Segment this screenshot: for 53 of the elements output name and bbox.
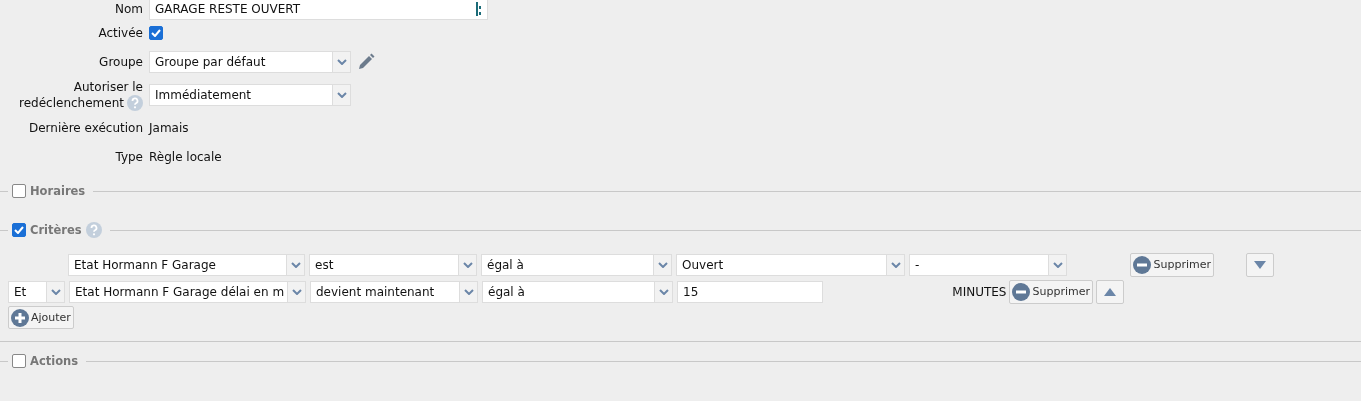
dropdown[interactable]: - [909, 253, 1067, 276]
triangle-down-icon [1254, 260, 1266, 269]
name-field[interactable]: GARAGE RESTE OUVERT [149, 0, 488, 20]
field-label: Nom [115, 1, 143, 17]
dropdown[interactable]: devient maintenant [310, 280, 478, 303]
checkbox[interactable] [12, 223, 26, 237]
chevron-down-icon [291, 288, 302, 295]
field-label: Groupe [99, 53, 143, 70]
minus-circle-icon [1012, 282, 1031, 301]
chevron-down-icon [462, 261, 473, 268]
checkbox[interactable] [12, 184, 26, 198]
dropdown[interactable]: Ouvert [676, 253, 905, 276]
chevron-down-icon [658, 288, 669, 295]
dropdown[interactable]: Etat Hormann F Garage délai en m [69, 280, 306, 303]
chevron-down-icon [290, 261, 301, 268]
field-label: Dernière exécution [29, 119, 143, 136]
remove-button[interactable]: Supprimer [1130, 252, 1214, 277]
dropdown[interactable]: Groupe par défaut [149, 50, 351, 73]
dropdown[interactable]: Etat Hormann F Garage [68, 253, 305, 276]
chevron-down-icon [1052, 261, 1063, 268]
field-label: redéclenchement [19, 95, 124, 111]
field-value: Jamais [149, 120, 189, 135]
dropdown[interactable]: est [309, 253, 477, 276]
dropdown[interactable]: Immédiatement [149, 84, 351, 106]
dropdown[interactable]: égal à [482, 280, 673, 303]
field-value: Règle locale [149, 149, 222, 164]
section-title: Horaires [30, 184, 86, 198]
pencil-icon[interactable] [357, 52, 375, 71]
dropdown[interactable]: égal à [481, 253, 672, 276]
field-label: Autoriser le [73, 79, 143, 95]
chevron-down-icon [463, 288, 474, 295]
field-label: Type [115, 148, 143, 165]
remove-button[interactable]: Supprimer [1009, 279, 1093, 304]
chevron-down-icon [890, 261, 901, 268]
checkbox[interactable] [12, 354, 26, 368]
checkbox[interactable] [149, 26, 163, 40]
section-title: Actions [30, 354, 79, 368]
value-field[interactable]: 15 [677, 280, 823, 303]
plus-circle-icon [11, 308, 29, 327]
move-up-button[interactable] [1096, 279, 1124, 304]
grip-icon [476, 2, 482, 16]
chevron-down-icon [336, 92, 347, 98]
add-button[interactable]: Ajouter [8, 306, 74, 329]
chevron-down-icon [50, 288, 61, 295]
chevron-down-icon [657, 261, 668, 268]
conjunction-dropdown[interactable]: Et [8, 280, 65, 303]
field-label: Activée [98, 25, 143, 41]
triangle-up-icon [1104, 287, 1116, 296]
section-title: Critères [30, 223, 82, 237]
chevron-down-icon [336, 58, 347, 65]
move-down-button[interactable] [1246, 252, 1274, 277]
unit-label: MINUTES [952, 284, 1007, 299]
minus-circle-icon [1133, 255, 1152, 274]
